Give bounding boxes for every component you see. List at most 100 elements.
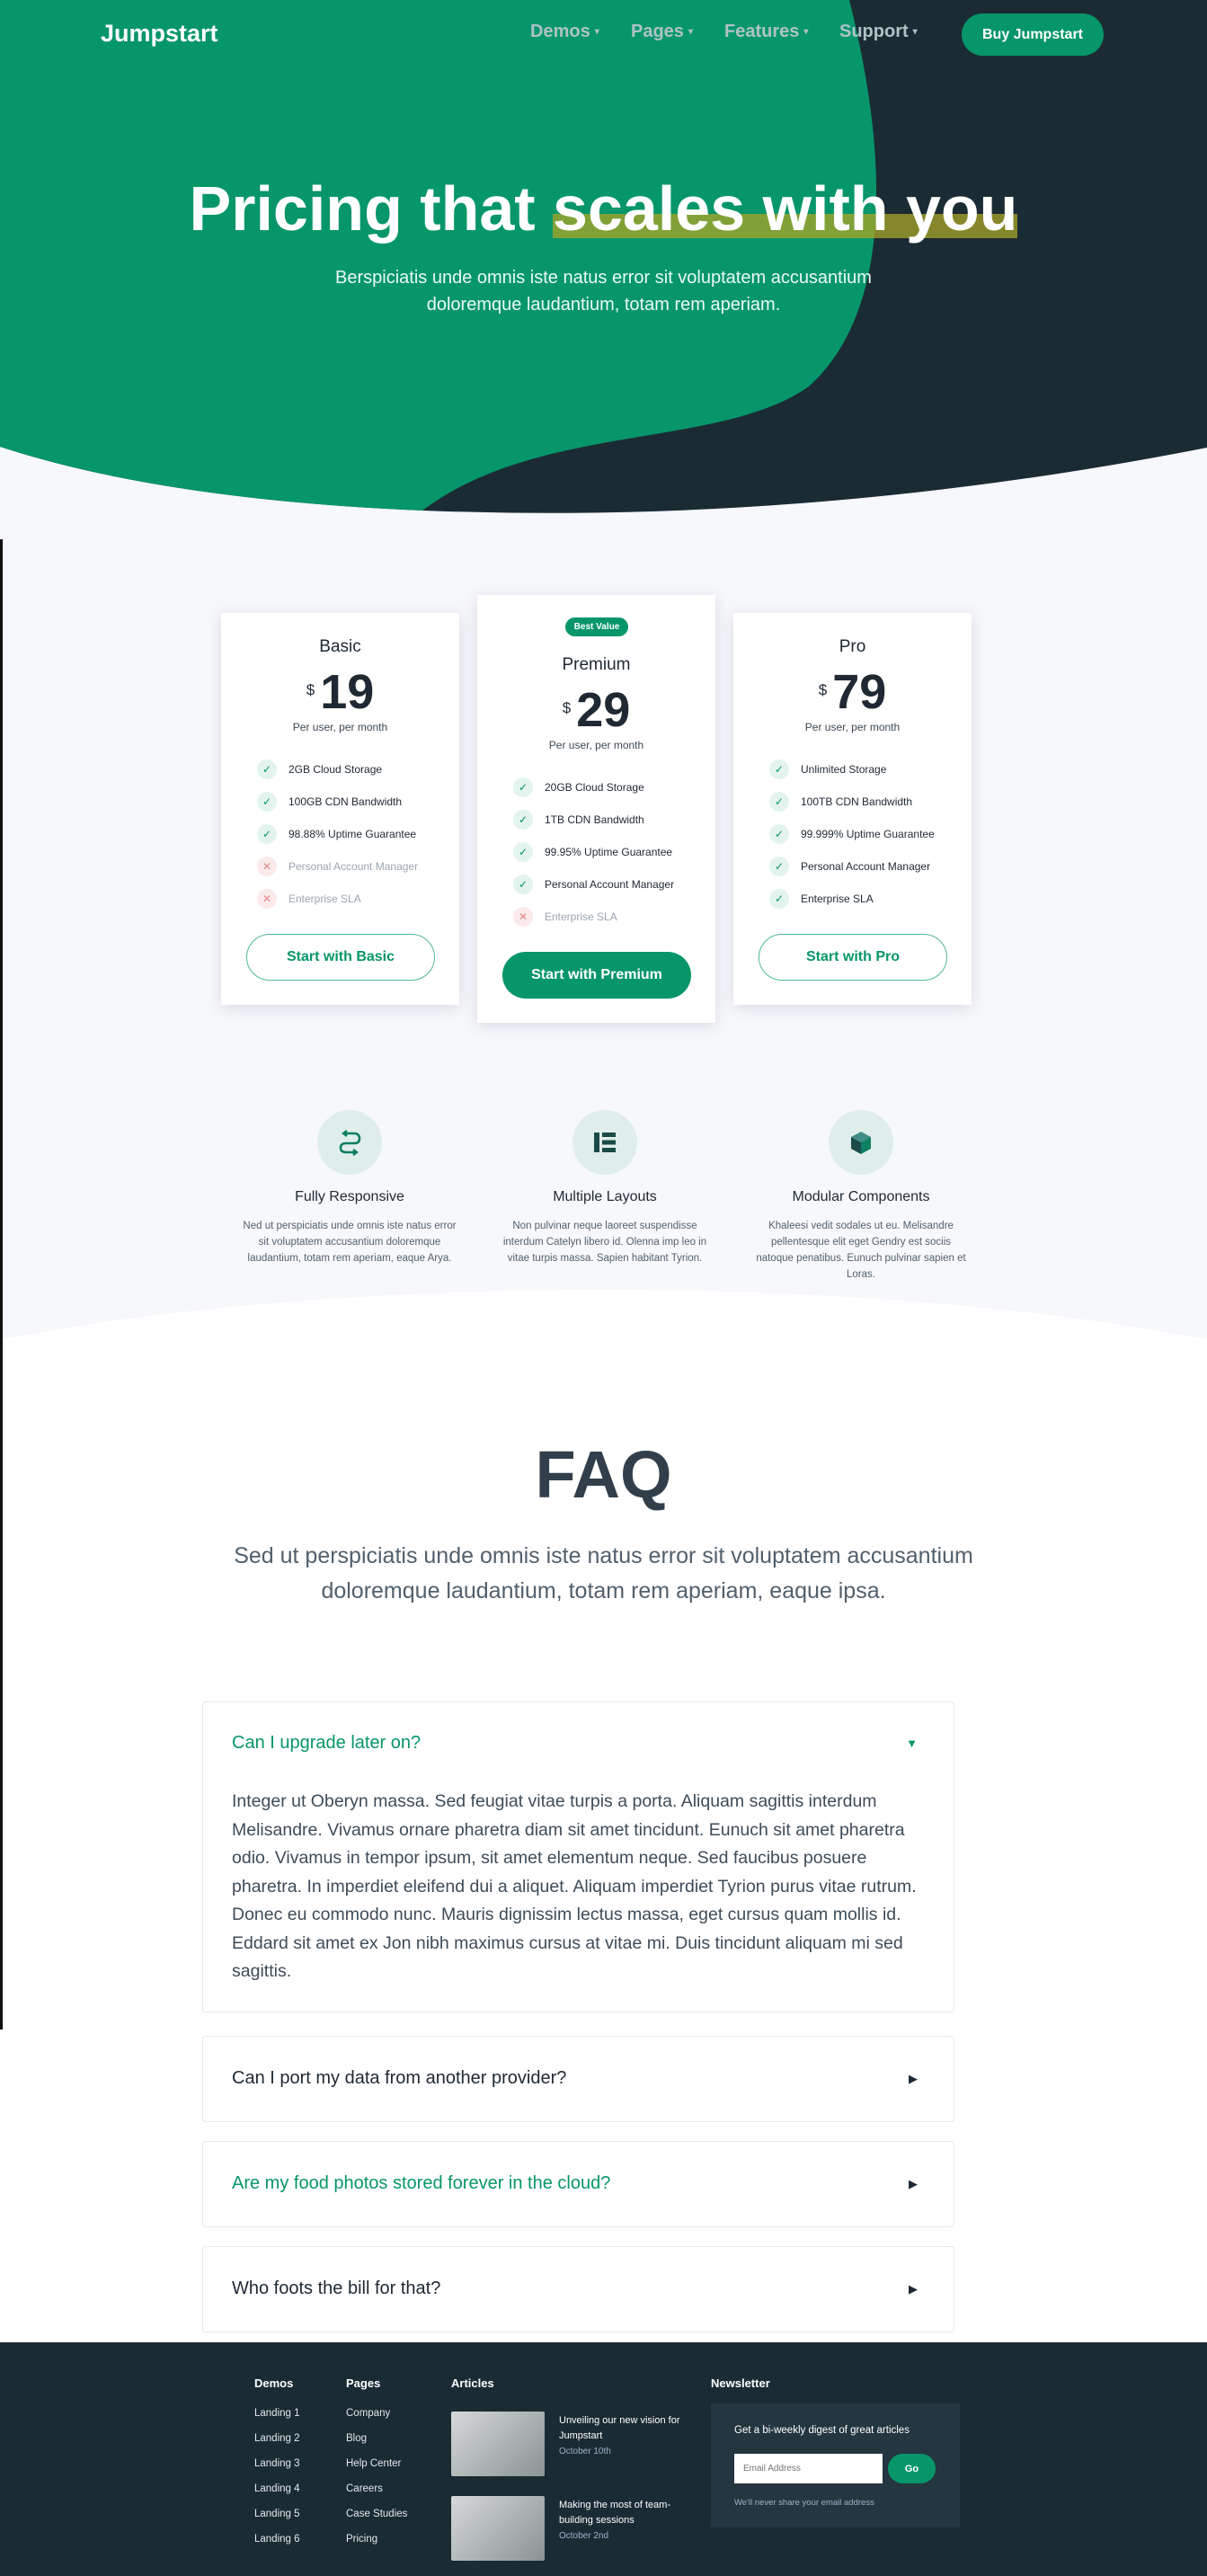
check-icon: ✓ [257, 792, 277, 812]
feature-item: ✓ 20GB Cloud Storage [513, 777, 644, 797]
logo[interactable]: Jumpstart [101, 20, 218, 48]
article-title[interactable]: Unveiling our new vision for Jumpstart [559, 2413, 694, 2444]
hero-title-highlight: scales with you [553, 173, 1018, 244]
feature-label: 98.88% Uptime Guarantee [288, 828, 417, 840]
check-icon: ✓ [513, 842, 533, 862]
footer-heading-pages: Pages [346, 2376, 381, 2390]
caret-right-icon[interactable]: ▶ [909, 2177, 918, 2191]
feature-item: ✓ 100GB CDN Bandwidth [257, 792, 402, 812]
feature-description: Non pulvinar neque laoreet suspendisse i… [502, 1221, 707, 1264]
check-icon: ✓ [769, 889, 789, 909]
feature-label: 20GB Cloud Storage [545, 781, 644, 794]
footer-link[interactable]: Careers [346, 2483, 383, 2494]
footer-link[interactable]: Case Studies [346, 2509, 407, 2519]
caret-down-icon[interactable]: ▼ [906, 1737, 918, 1750]
feature-label: Personal Account Manager [288, 860, 419, 873]
pricing-card-pro: Pro $79 Per user, per month ✓ Unlimited S… [733, 613, 972, 1005]
footer-link[interactable]: Pricing [346, 2534, 377, 2545]
nav-item-support[interactable]: Support ▾ [839, 22, 918, 42]
faq-item-open[interactable]: Can I upgrade later on? ▼ Integer ut Obe… [202, 1701, 954, 2012]
footer-heading-demos: Demos [254, 2376, 294, 2390]
caret-right-icon[interactable]: ▶ [909, 2282, 918, 2296]
pricing-card-premium: Best Value Premium $29 Per user, per mon… [477, 595, 715, 1023]
hero-title-text: Pricing that [189, 173, 554, 244]
currency-symbol: $ [818, 681, 828, 698]
check-icon: ✓ [513, 777, 533, 797]
faq-question[interactable]: Are my food photos stored forever in the… [232, 2173, 610, 2194]
x-icon: ✕ [257, 857, 277, 876]
article-title[interactable]: Making the most of team-building session… [559, 2498, 694, 2528]
price-period: Per user, per month [548, 739, 644, 751]
price-period: Per user, per month [804, 721, 901, 733]
x-icon: ✕ [513, 907, 533, 927]
faq-item[interactable]: Can I port my data from another provider… [202, 2036, 954, 2122]
newsletter-go-button[interactable]: Go [888, 2454, 936, 2483]
article-thumbnail[interactable] [451, 2496, 545, 2561]
price-value: 79 [832, 665, 887, 719]
currency-symbol: $ [562, 699, 572, 716]
feature-item: ✕ Enterprise SLA [257, 889, 361, 909]
feature-item: ✓ Unlimited Storage [769, 759, 886, 779]
responsive-icon [317, 1110, 382, 1175]
footer-link[interactable]: Company [346, 2408, 390, 2419]
feature-label: Unlimited Storage [801, 763, 887, 776]
feature-item: ✓ 1TB CDN Bandwidth [513, 810, 644, 830]
footer-link[interactable]: Landing 1 [254, 2408, 300, 2419]
footer-link[interactable]: Landing 6 [254, 2534, 300, 2545]
faq-answer: Integer ut Oberyn massa. Sed feugiat vit… [232, 1791, 917, 1981]
buy-jumpstart-button[interactable]: Buy Jumpstart [962, 13, 1104, 56]
faq-item[interactable]: Are my food photos stored forever in the… [202, 2141, 954, 2227]
faq-question[interactable]: Who foots the bill for that? [232, 2278, 440, 2299]
footer-link[interactable]: Landing 2 [254, 2433, 300, 2444]
nav-item-features[interactable]: Features ▾ [724, 22, 808, 42]
feature-label: Personal Account Manager [801, 860, 931, 873]
footer-link[interactable]: Landing 3 [254, 2458, 300, 2469]
currency-symbol: $ [306, 681, 315, 698]
faq-subtitle: Sed ut perspiciatis unde omnis iste natu… [234, 1543, 973, 1603]
feature-label: Enterprise SLA [545, 910, 617, 923]
feature-label: 99.999% Uptime Guarantee [801, 828, 935, 840]
chevron-down-icon: ▾ [688, 27, 693, 38]
feature-item: ✓ 2GB Cloud Storage [257, 759, 382, 779]
faq-question[interactable]: Can I port my data from another provider… [232, 2068, 566, 2089]
feature-item: ✓ Personal Account Manager [769, 857, 930, 876]
feature-title: Modular Components [792, 1189, 930, 1204]
start-premium-button[interactable]: Start with Premium [502, 952, 691, 999]
article-thumbnail[interactable] [451, 2412, 545, 2476]
faq-item[interactable]: Who foots the bill for that? ▶ [202, 2246, 954, 2332]
newsletter-note: We'll never share your email address [734, 2498, 874, 2508]
check-icon: ✓ [769, 857, 789, 876]
feature-item: ✕ Enterprise SLA [513, 907, 617, 927]
footer [0, 2342, 1207, 2576]
feature-item: ✓ Enterprise SLA [769, 889, 874, 909]
footer-link[interactable]: Landing 4 [254, 2483, 300, 2494]
footer-link[interactable]: Help Center [346, 2458, 401, 2469]
feature-item: ✓ 99.999% Uptime Guarantee [769, 824, 935, 844]
feature-label: 1TB CDN Bandwidth [545, 813, 644, 826]
top-navbar: Jumpstart Demos ▾ Pages ▾ Features ▾ Suppor… [0, 0, 1207, 68]
best-value-badge: Best Value [565, 617, 628, 636]
feature-label: Enterprise SLA [801, 893, 874, 905]
feature-item: ✕ Personal Account Manager [257, 857, 418, 876]
nav-item-pages[interactable]: Pages ▾ [631, 22, 693, 42]
hero-title: Pricing that scales with you [0, 173, 1207, 244]
feature-label: 2GB Cloud Storage [288, 763, 383, 776]
start-pro-button[interactable]: Start with Pro [759, 934, 947, 981]
caret-right-icon[interactable]: ▶ [909, 2072, 918, 2086]
plan-price: $19 [221, 665, 459, 719]
feature-title: Fully Responsive [295, 1189, 404, 1204]
faq-question[interactable]: Can I upgrade later on? [232, 1733, 421, 1754]
email-input[interactable] [734, 2454, 883, 2483]
footer-heading-articles: Articles [451, 2376, 494, 2390]
plan-name: Basic [319, 637, 361, 656]
price-value: 29 [576, 683, 631, 737]
feature-item: ✓ 98.88% Uptime Guarantee [257, 824, 416, 844]
start-basic-button[interactable]: Start with Basic [246, 934, 435, 981]
feature-item: ✓ 99.95% Uptime Guarantee [513, 842, 672, 862]
feature-label: Personal Account Manager [545, 878, 675, 891]
newsletter-text: Get a bi-weekly digest of great articles [734, 2425, 910, 2436]
footer-link[interactable]: Landing 5 [254, 2509, 300, 2519]
footer-link[interactable]: Blog [346, 2433, 367, 2444]
faq-title: FAQ [535, 1437, 672, 1512]
nav-item-demos[interactable]: Demos ▾ [530, 22, 599, 42]
